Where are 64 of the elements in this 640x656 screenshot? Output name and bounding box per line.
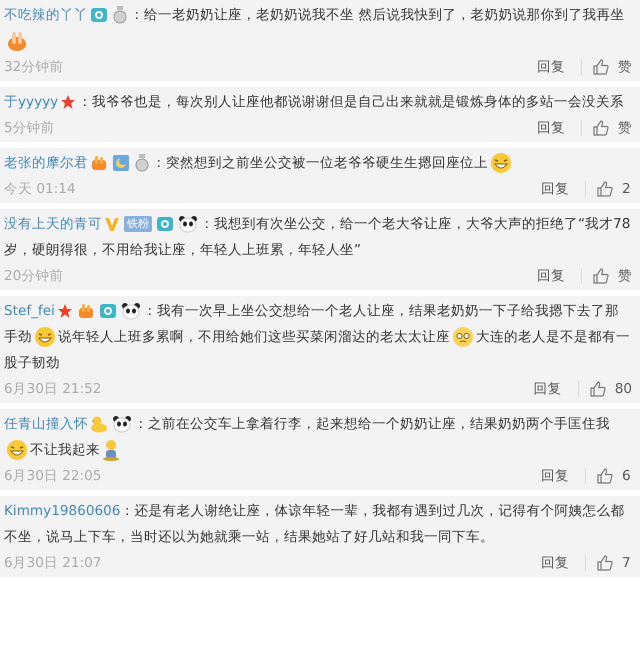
- comment-text: 不吃辣的丫丫 ：给一老奶奶让座，老奶奶说我不坐 然后说我快到了，老奶奶说那你到了我再坐: [4, 2, 632, 54]
- thumbs-up-icon: [596, 554, 614, 572]
- comment-time: 6月30日 22:05: [4, 467, 102, 485]
- like-button[interactable]: 赞: [590, 119, 632, 137]
- duck-icon: [90, 415, 108, 434]
- panda-icon: [112, 415, 132, 434]
- username-link[interactable]: Kimmy19860606: [4, 503, 120, 519]
- username-link[interactable]: 于yyyyy: [4, 94, 58, 110]
- username-link[interactable]: Stef_fei: [4, 303, 55, 319]
- thumbs-up-icon: [588, 380, 607, 398]
- panda-icon: [120, 302, 141, 320]
- username-link[interactable]: 没有上天的青可: [4, 216, 102, 232]
- camera-icon: [156, 215, 174, 234]
- thumbs-up-icon: [596, 180, 614, 198]
- comment-text: Kimmy19860606：还是有老人谢绝让座，体谅年轻一辈，我都有遇到过几次，记得有个阿姨怎么都不坐，说马上下车，当时还以为她就乘一站，结果她站了好几站和我一同下车。: [4, 502, 626, 547]
- comment-time: 今天 01:14: [4, 180, 76, 198]
- username-link[interactable]: 老张的摩尔君: [4, 155, 88, 171]
- comment-text: 没有上天的青可 铁粉 ：我想到有次坐公交，给一个老大爷让座，大爷大声的拒绝了“我才78岁，硬朗得很，不用给我让座，年轻人上班累，年轻人坐”: [4, 214, 632, 260]
- thumbs-up-icon: [596, 467, 614, 485]
- star-icon: [56, 303, 73, 320]
- medal-icon: [112, 6, 128, 24]
- panda-icon: [178, 215, 198, 234]
- hand-icon: [76, 302, 95, 320]
- like-button[interactable]: 80: [586, 380, 632, 398]
- hand-icon: [90, 154, 108, 172]
- reply-link[interactable]: 回复: [541, 180, 569, 198]
- like-button[interactable]: 7: [594, 554, 632, 572]
- laughing-emoji-icon: [490, 152, 512, 174]
- comment-time: 20分钟前: [4, 267, 64, 285]
- comment-text: 老张的摩尔君 ：突然想到之前坐公交被一位老爷爷硬生生摁回座位上: [4, 150, 632, 176]
- reply-link[interactable]: 回复: [534, 380, 562, 398]
- laughing-emoji-icon: [34, 326, 56, 348]
- like-button[interactable]: 赞: [590, 267, 632, 285]
- comment-text: Stef_fei ：我有一次早上坐公交想给一个老人让座，结果老奶奶一下子给我摁下去了那手劲 说年轻人上班多累啊，不用给她们这些买菜闲溜达的老太太让座 大连的老人是不是都有一股子韧劲: [4, 301, 631, 373]
- star-icon: [60, 94, 76, 110]
- comment-time: 6月30日 21:07: [4, 554, 102, 572]
- like-button[interactable]: 赞: [590, 58, 632, 76]
- reply-link[interactable]: 回复: [537, 119, 565, 137]
- like-button[interactable]: 6: [594, 467, 632, 485]
- moon-icon: [112, 154, 130, 172]
- reply-link[interactable]: 回复: [537, 267, 565, 285]
- comment-text: 于yyyyy ：我爷爷也是，每次别人让座他都说谢谢但是自己出来就就是锻炼身体的多站一会没关系: [4, 93, 626, 112]
- laughing-emoji-icon: [6, 439, 28, 462]
- comment-text: 任青山撞入怀 ：之前在公交车上拿着行李，起来想给一个奶奶让座，结果奶奶两个手匡住我 不让我起来: [4, 411, 632, 463]
- thumbs-up-icon: [592, 58, 610, 76]
- thumbs-up-icon: [592, 119, 610, 137]
- reply-link[interactable]: 回复: [541, 467, 569, 485]
- comment-time: 6月30日 21:52: [4, 380, 102, 398]
- v-icon: [104, 216, 120, 232]
- sad-emoji-icon: [452, 326, 474, 348]
- camera-icon: [98, 302, 117, 320]
- thumbs-up-icon: [592, 267, 610, 285]
- reply-link[interactable]: 回复: [541, 554, 569, 572]
- figure-emoji-icon: [102, 439, 120, 462]
- comment-time: 5分钟前: [4, 119, 56, 137]
- camera-icon: [90, 6, 108, 24]
- username-link[interactable]: 任青山撞入怀: [4, 416, 88, 432]
- medal-icon: [134, 154, 150, 172]
- like-button[interactable]: 2: [594, 180, 632, 198]
- fan-badge: 铁粉: [124, 216, 152, 232]
- praying-hands-icon: [6, 30, 28, 52]
- reply-link[interactable]: 回复: [537, 58, 565, 76]
- username-link[interactable]: 不吃辣的丫丫: [4, 7, 88, 23]
- comment-time: 32分钟前: [4, 58, 64, 76]
